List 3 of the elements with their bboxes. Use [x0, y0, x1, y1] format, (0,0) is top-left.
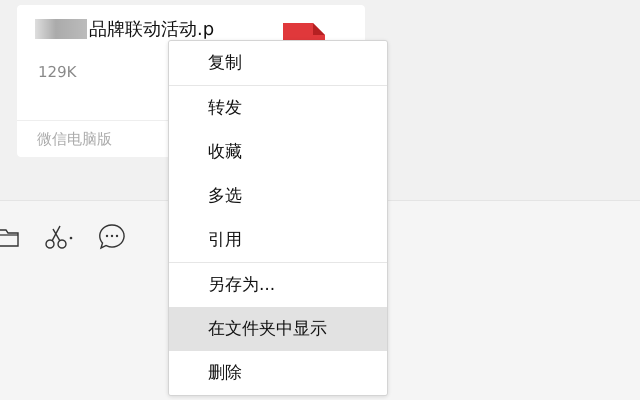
file-name: 品牌联动活动.p: [89, 18, 214, 41]
source-label: 微信电脑版: [37, 130, 112, 148]
file-size: 129K: [38, 63, 78, 81]
